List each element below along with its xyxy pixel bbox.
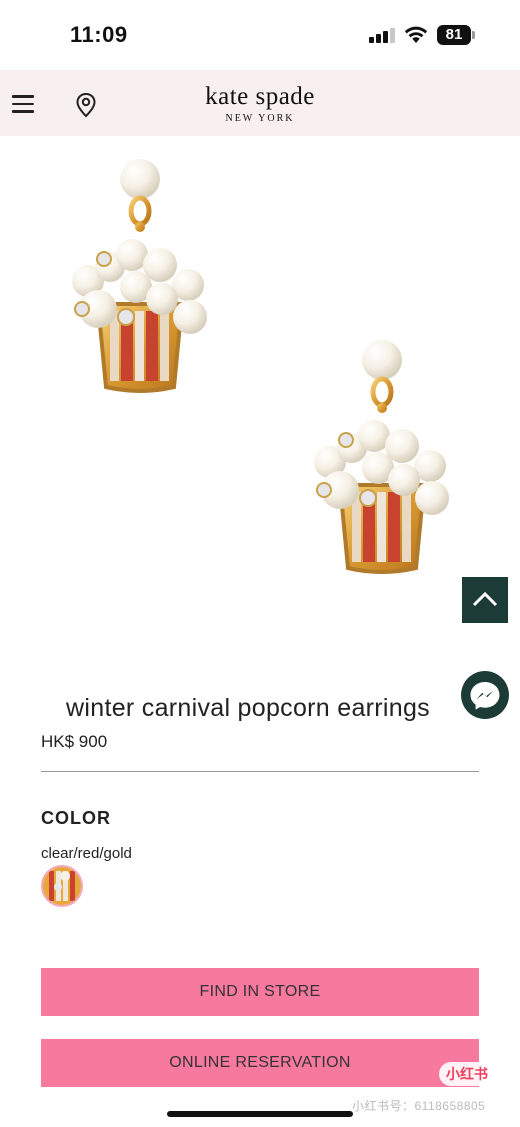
status-time: 11:09 (70, 22, 128, 47)
popcorn-earrings-image (0, 136, 520, 666)
brand-name: kate spade (205, 83, 315, 110)
battery-indicator: 81 (437, 25, 471, 45)
selected-color-label: clear/red/gold (41, 845, 132, 862)
watermark-text: 小红书号：6118658805 (352, 1099, 486, 1113)
brand-subtitle: NEW YORK (225, 113, 295, 124)
color-heading: COLOR (41, 808, 111, 828)
product-price: HK$ 900 (41, 732, 108, 751)
online-reservation-button[interactable]: ONLINE RESERVATION (41, 1039, 479, 1087)
hamburger-menu-icon[interactable] (12, 95, 34, 113)
divider (41, 771, 479, 772)
scroll-to-top-button[interactable] (462, 577, 508, 623)
wifi-icon (404, 26, 428, 43)
product-title: winter carnival popcorn earrings (66, 694, 430, 722)
find-in-store-button[interactable]: FIND IN STORE (41, 968, 479, 1016)
home-indicator (167, 1111, 353, 1117)
cellular-signal-icon (369, 27, 395, 43)
watermark-badge: 小红书 (439, 1062, 495, 1086)
map-pin-icon[interactable] (75, 92, 97, 118)
status-bar: 11:09 81 (0, 0, 520, 70)
brand-logo[interactable]: kate spade NEW YORK (160, 82, 360, 126)
site-header: kate spade NEW YORK (0, 70, 520, 136)
battery-tip (472, 31, 475, 39)
swatch-image (43, 867, 81, 905)
chevron-up-icon (472, 591, 498, 607)
color-swatch-clear-red-gold[interactable] (41, 865, 83, 907)
